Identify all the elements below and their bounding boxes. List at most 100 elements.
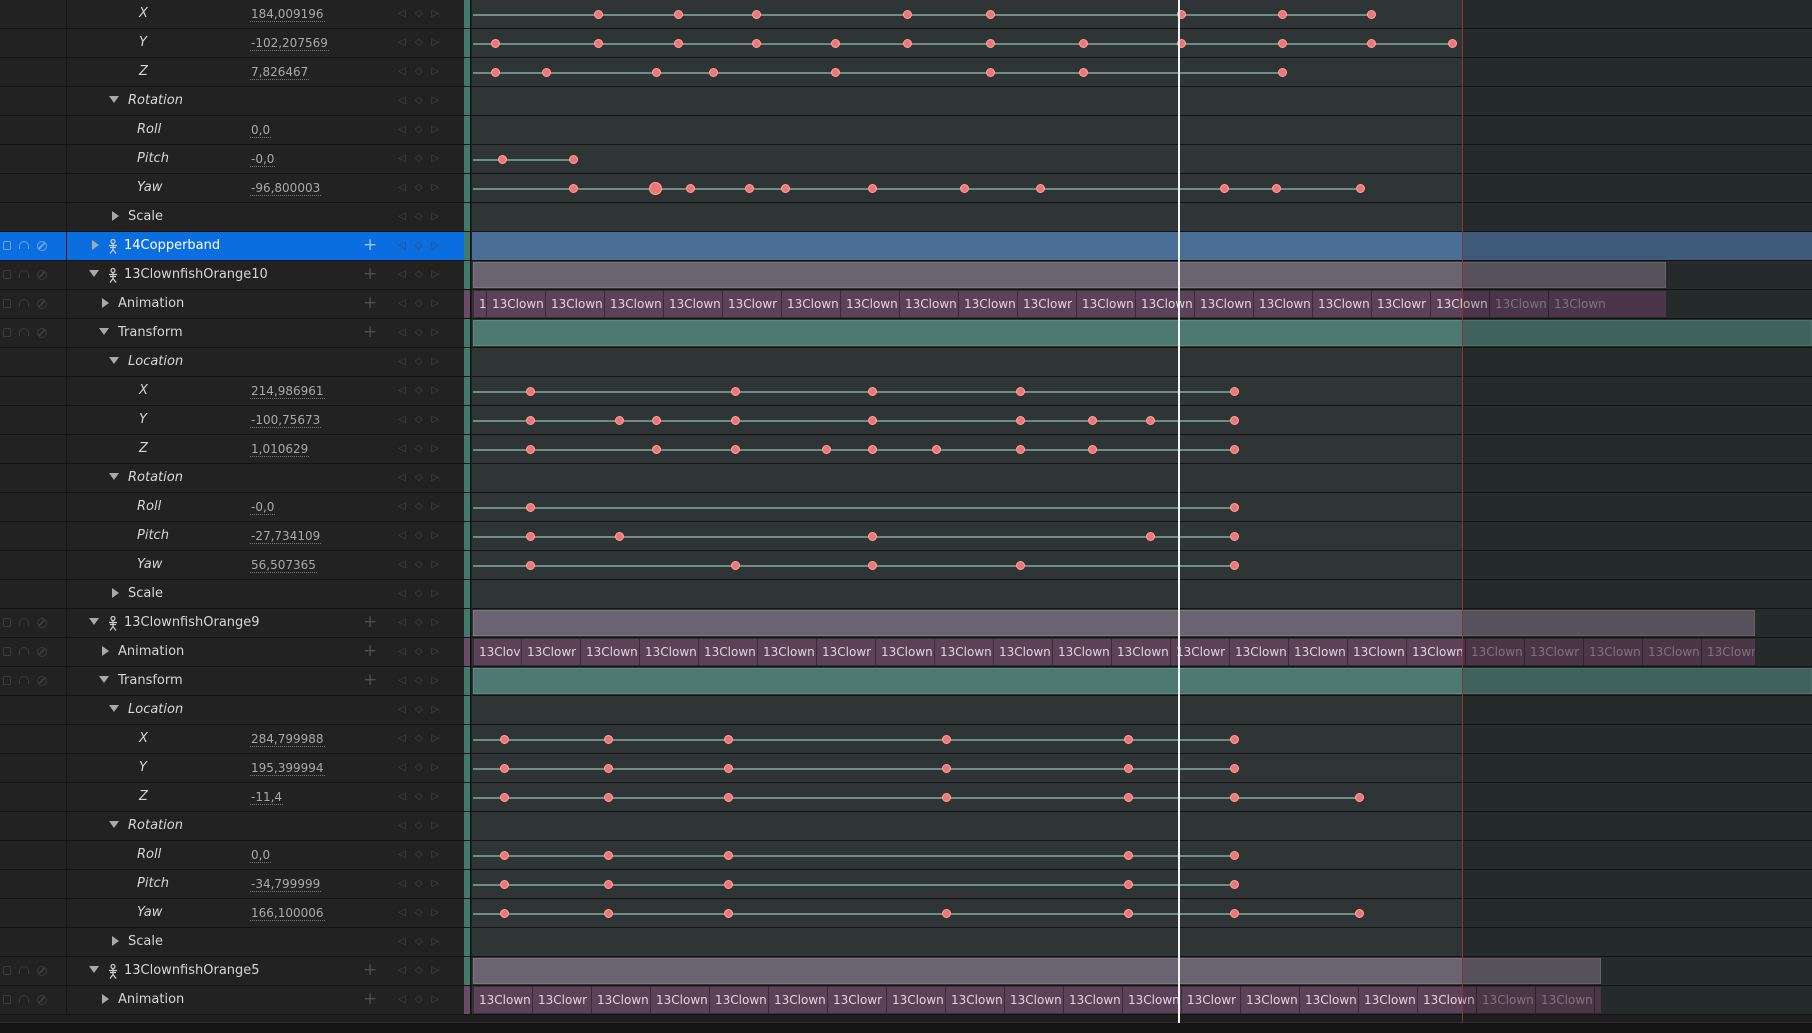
keyframe[interactable] [499,763,509,773]
track-outliner[interactable]: Scale ◁ ◇ ▷ [0,928,471,956]
animation-clip[interactable]: 13Clown [945,987,1004,1013]
previous-key-icon[interactable]: ◁ [398,153,406,165]
keyframe[interactable] [931,444,941,454]
lock-icon[interactable] [3,995,11,1004]
collapse-arrow-icon[interactable] [109,705,119,712]
add-key-icon[interactable]: ◇ [415,269,423,281]
playhead[interactable] [1178,0,1180,1023]
keyframe[interactable] [614,415,624,425]
animation-clip[interactable]: 13Clowr [816,639,875,665]
track-timeline[interactable] [472,522,1812,550]
track-timeline[interactable]: 13Clown 13Clowr 13Clown 13Clown 13Clown 13Clo… [472,986,1812,1014]
keyframe[interactable] [730,386,740,396]
animation-clip[interactable]: 13Clown [604,291,663,317]
animation-clip[interactable]: 13Clown [886,987,945,1013]
add-key-icon[interactable]: ◇ [415,878,423,890]
lock-icon[interactable] [3,647,11,656]
keyframe[interactable] [723,792,733,802]
lock-icon[interactable] [3,618,11,627]
keyframe[interactable] [651,415,661,425]
animation-clip[interactable]: 13Clown [1358,987,1417,1013]
keyframe[interactable] [1354,908,1364,918]
collapse-arrow-icon[interactable] [99,676,109,683]
track-outliner[interactable]: Transform + ◁ ◇ ▷ [0,667,471,695]
previous-key-icon[interactable]: ◁ [398,37,406,49]
keyframe[interactable] [1229,908,1239,918]
track-row-transform[interactable]: Transform + ◁ ◇ ▷ [0,319,1812,348]
keyframe[interactable] [902,9,912,19]
track-row-group[interactable]: Rotation ◁ ◇ ▷ [0,464,1812,493]
track-timeline[interactable] [472,29,1812,57]
track-row-channel[interactable]: Z 1,010629 ◁ ◇ ▷ [0,435,1812,464]
track-timeline[interactable] [472,725,1812,753]
expand-arrow-icon[interactable] [112,211,119,221]
track-outliner[interactable]: Y -100,75673 ◁ ◇ ▷ [0,406,471,434]
previous-key-icon[interactable]: ◁ [398,936,406,948]
animation-clip[interactable]: 13Clown [1194,291,1253,317]
keyframe[interactable] [1229,734,1239,744]
mute-icon[interactable] [37,618,47,628]
keyframe[interactable] [1277,38,1287,48]
previous-key-icon[interactable]: ◁ [398,95,406,107]
track-timeline[interactable] [472,116,1812,144]
add-key-icon[interactable]: ◇ [415,95,423,107]
track-timeline[interactable] [472,87,1812,115]
add-key-icon[interactable]: ◇ [415,443,423,455]
animation-clip[interactable]: 13Clown [993,639,1052,665]
track-row-transform[interactable]: Transform + ◁ ◇ ▷ [0,667,1812,696]
keyframe[interactable] [1087,415,1097,425]
track-timeline[interactable] [472,899,1812,927]
track-outliner[interactable]: Animation + ◁ ◇ ▷ [0,986,471,1014]
channel-value-field[interactable]: -102,207569 [250,36,329,51]
keyframe[interactable] [651,67,661,77]
keyframe[interactable] [1078,38,1088,48]
keyframe[interactable] [1123,763,1133,773]
track-timeline[interactable] [472,812,1812,840]
add-key-icon[interactable]: ◇ [415,327,423,339]
track-outliner[interactable]: Roll 0,0 ◁ ◇ ▷ [0,841,471,869]
track-row-group[interactable]: Scale ◁ ◇ ▷ [0,203,1812,232]
animation-clip[interactable]: 13Clown [473,987,532,1013]
previous-key-icon[interactable]: ◁ [398,965,406,977]
track-timeline[interactable] [472,261,1812,289]
keyframe[interactable] [830,67,840,77]
add-key-icon[interactable]: ◇ [415,675,423,687]
actor-section-bar[interactable] [473,958,1601,984]
lock-icon[interactable] [3,966,11,975]
channel-value-field[interactable]: -27,734109 [250,529,322,544]
add-key-icon[interactable]: ◇ [415,356,423,368]
animation-clip[interactable]: 13Clown [663,291,722,317]
next-key-icon[interactable]: ▷ [431,414,439,426]
animation-clip[interactable]: 13Clown [1253,291,1312,317]
next-key-icon[interactable]: ▷ [431,588,439,600]
track-outliner[interactable]: Location ◁ ◇ ▷ [0,696,471,724]
lock-icon[interactable] [3,676,11,685]
expand-arrow-icon[interactable] [102,994,109,1004]
previous-key-icon[interactable]: ◁ [398,617,406,629]
next-key-icon[interactable]: ▷ [431,646,439,658]
previous-key-icon[interactable]: ◁ [398,762,406,774]
lock-icon[interactable] [3,270,11,279]
previous-key-icon[interactable]: ◁ [398,907,406,919]
keyframe[interactable] [1015,386,1025,396]
animation-clip[interactable]: 13Clown [934,639,993,665]
track-outliner[interactable]: 14Copperband + ◁ ◇ ▷ [0,232,471,260]
track-outliner[interactable]: Roll 0,0 ◁ ◇ ▷ [0,116,471,144]
channel-value-field[interactable]: 1,010629 [250,442,310,457]
next-key-icon[interactable]: ▷ [431,849,439,861]
track-row-channel[interactable]: Roll -0,0 ◁ ◇ ▷ [0,493,1812,522]
keyframe[interactable] [525,502,535,512]
keyframe[interactable] [867,531,877,541]
headphones-icon[interactable] [19,647,29,655]
plus-icon[interactable]: + [363,989,377,1009]
expand-arrow-icon[interactable] [112,588,119,598]
track-row-channel[interactable]: Y 195,399994 ◁ ◇ ▷ [0,754,1812,783]
add-key-icon[interactable]: ◇ [415,66,423,78]
keyframe[interactable] [1354,792,1364,802]
mute-icon[interactable] [37,995,47,1005]
add-key-icon[interactable]: ◇ [415,907,423,919]
keyframe[interactable] [723,734,733,744]
next-key-icon[interactable]: ▷ [431,530,439,542]
track-outliner[interactable]: 13ClownfishOrange10 + ◁ ◇ ▷ [0,261,471,289]
keyframe[interactable] [1123,879,1133,889]
